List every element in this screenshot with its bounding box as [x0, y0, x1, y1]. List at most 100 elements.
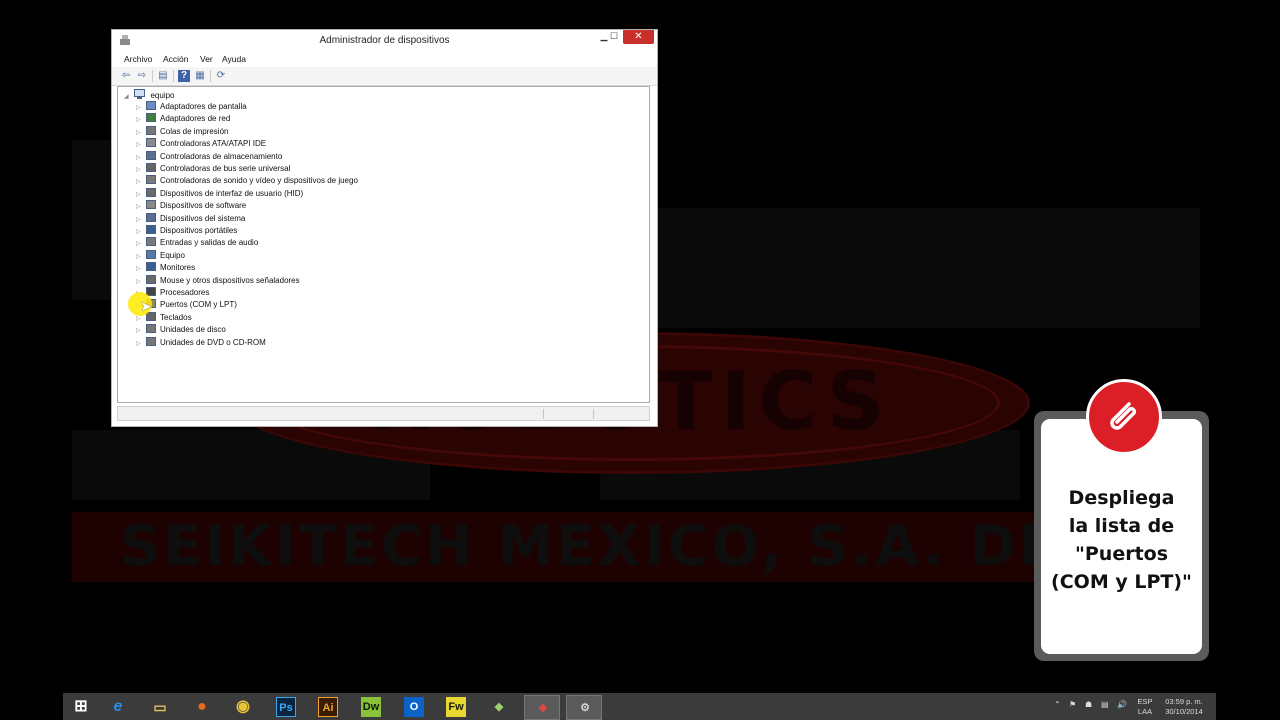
device-category-icon — [146, 274, 156, 284]
region-code: LAA — [1137, 707, 1153, 716]
collapsed-arrow-icon[interactable]: ▷ — [136, 152, 144, 164]
device-category-icon — [146, 125, 156, 135]
tree-node[interactable]: ▷ Mouse y otros dispositivos señaladores — [136, 274, 300, 288]
collapsed-arrow-icon[interactable]: ▷ — [136, 251, 144, 263]
tree-node[interactable]: ▷ Entradas y salidas de audio — [136, 237, 258, 249]
tree-root[interactable]: ◢ equipo — [124, 89, 175, 101]
title-bar[interactable]: Administrador de dispositivos ▁ ☐ ✕ — [112, 30, 657, 51]
action-center-icon[interactable]: ⚑ — [1069, 700, 1076, 710]
expanded-arrow-icon[interactable]: ◢ — [124, 91, 132, 103]
outlook-icon: O — [404, 697, 424, 717]
collapsed-arrow-icon[interactable]: ▷ — [136, 263, 144, 275]
collapsed-arrow-icon[interactable]: ▷ — [136, 127, 144, 139]
collapsed-arrow-icon[interactable]: ▷ — [136, 176, 144, 188]
collapsed-arrow-icon[interactable]: ▷ — [136, 325, 144, 337]
clock-date: 30/10/2014 — [1165, 707, 1203, 716]
menu-accion[interactable]: Acción — [163, 51, 189, 67]
tree-node[interactable]: ▷ Dispositivos de software — [136, 200, 246, 212]
collapsed-arrow-icon[interactable]: ▷ — [136, 276, 144, 288]
properties-icon[interactable]: ▤ — [157, 70, 169, 82]
taskbar-firefox[interactable]: ● — [184, 695, 220, 720]
tree-node[interactable]: ▷ Adaptadores de pantalla — [136, 101, 247, 113]
tree-node[interactable]: ▷ Colas de impresión — [136, 125, 229, 139]
device-category-icon — [146, 336, 156, 346]
clock[interactable]: 03:59 p. m. 30/10/2014 — [1160, 697, 1208, 717]
device-manager-icon: ⚙ — [580, 702, 590, 714]
clock-time: 03:59 p. m. — [1165, 697, 1203, 706]
view-icon[interactable]: ▦ — [194, 70, 206, 82]
callout-line: la lista de — [1068, 515, 1175, 537]
device-category-icon — [146, 175, 156, 185]
tree-node-label: Controladoras de almacenamiento — [160, 151, 283, 161]
collapsed-arrow-icon[interactable]: ▷ — [136, 214, 144, 226]
tree-node[interactable]: ▷ Monitores — [136, 262, 195, 274]
watermark-company: SEIKITECH MEXICO, S.A. DE — [120, 514, 1061, 579]
toolbar-separator — [152, 70, 153, 82]
tree-node[interactable]: ▷ Adaptadores de red — [136, 113, 230, 125]
collapsed-arrow-icon[interactable]: ▷ — [136, 226, 144, 238]
tree-node[interactable]: ▷ Unidades de disco — [136, 324, 226, 336]
network-app-icon[interactable]: ☗ — [1085, 700, 1092, 710]
collapsed-arrow-icon[interactable]: ▷ — [136, 102, 144, 114]
device-category-icon — [146, 138, 156, 148]
device-category-icon — [146, 237, 156, 247]
tree-node[interactable]: ▷ Controladoras de bus serie universal — [136, 163, 290, 175]
device-category-icon — [146, 249, 156, 259]
status-divider — [543, 409, 544, 419]
network-icon[interactable]: ▤ — [1101, 700, 1109, 710]
device-category-icon — [146, 200, 156, 210]
tree-node[interactable]: ▷ Dispositivos del sistema — [136, 212, 245, 226]
tree-node[interactable]: ▷ Dispositivos portátiles — [136, 225, 237, 237]
tree-node[interactable]: ▷ Equipo — [136, 249, 185, 263]
volume-icon[interactable]: 🔊 — [1117, 700, 1127, 710]
forward-arrow-icon[interactable]: ⇨ — [136, 70, 148, 82]
collapsed-arrow-icon[interactable]: ▷ — [136, 238, 144, 250]
tree-node-label: Entradas y salidas de audio — [160, 238, 259, 248]
taskbar-app-remote[interactable]: ◈ — [524, 695, 560, 720]
illustrator-icon: Ai — [318, 697, 338, 717]
close-button[interactable]: ✕ — [623, 30, 654, 44]
collapsed-arrow-icon[interactable]: ▷ — [136, 164, 144, 176]
menu-ayuda[interactable]: Ayuda — [222, 51, 246, 67]
menu-archivo[interactable]: Archivo — [124, 51, 152, 67]
taskbar-app-tool[interactable]: ◆ — [481, 695, 517, 720]
help-icon[interactable]: ? — [178, 70, 190, 82]
taskbar-photoshop[interactable]: Ps — [268, 695, 304, 720]
taskbar-illustrator[interactable]: Ai — [310, 695, 346, 720]
tree-node[interactable]: ▷ Unidades de DVD o CD-ROM — [136, 336, 266, 350]
language-indicator[interactable]: ESP LAA — [1136, 697, 1154, 717]
callout-line: Despliega — [1068, 487, 1175, 509]
collapsed-arrow-icon[interactable]: ▷ — [136, 338, 144, 350]
tree-node-label: Puertos (COM y LPT) — [160, 300, 237, 310]
tree-node-label: Dispositivos portátiles — [160, 226, 238, 235]
taskbar-file-explorer[interactable]: ▭ — [142, 695, 178, 720]
tree-node-label: Adaptadores de red — [160, 114, 231, 124]
maximize-button[interactable]: ☐ — [604, 30, 624, 44]
tree-node[interactable]: ▷ Controladoras ATA/ATAPI IDE — [136, 138, 266, 150]
collapsed-arrow-icon[interactable]: ▷ — [136, 139, 144, 151]
taskbar-outlook[interactable]: O — [396, 695, 432, 720]
status-divider — [593, 409, 594, 419]
menu-bar: Archivo Acción Ver Ayuda — [112, 51, 657, 67]
tree-node[interactable]: ▷ Controladoras de sonido y vídeo y dispo… — [136, 175, 358, 187]
dreamweaver-icon: Dw — [361, 697, 381, 717]
tree-node-label: Controladoras de bus serie universal — [160, 164, 291, 173]
collapsed-arrow-icon[interactable]: ▷ — [136, 201, 144, 213]
taskbar-start-button[interactable]: ⊞ — [63, 695, 99, 720]
menu-ver[interactable]: Ver — [200, 51, 213, 67]
tree-node[interactable]: ▷ Controladoras de almacenamiento — [136, 150, 283, 164]
tree-node-label: Colas de impresión — [160, 126, 229, 136]
show-hidden-icons-icon[interactable]: ⌃ — [1054, 700, 1061, 710]
scan-hardware-icon[interactable]: ⟳ — [215, 70, 227, 82]
tree-node[interactable]: ▷ Dispositivos de interfaz de usuario (HI… — [136, 187, 303, 201]
taskbar-device-manager[interactable]: ⚙ — [566, 695, 602, 720]
taskbar-dreamweaver[interactable]: Dw — [353, 695, 389, 720]
back-arrow-icon[interactable]: ⇦ — [120, 70, 132, 82]
device-category-icon — [146, 187, 156, 197]
collapsed-arrow-icon[interactable]: ▷ — [136, 114, 144, 126]
taskbar-internet-explorer[interactable]: e — [100, 695, 136, 720]
taskbar-chrome[interactable]: ◉ — [225, 695, 261, 720]
taskbar-fireworks[interactable]: Fw — [438, 695, 474, 720]
computer-icon — [134, 89, 146, 99]
collapsed-arrow-icon[interactable]: ▷ — [136, 189, 144, 201]
